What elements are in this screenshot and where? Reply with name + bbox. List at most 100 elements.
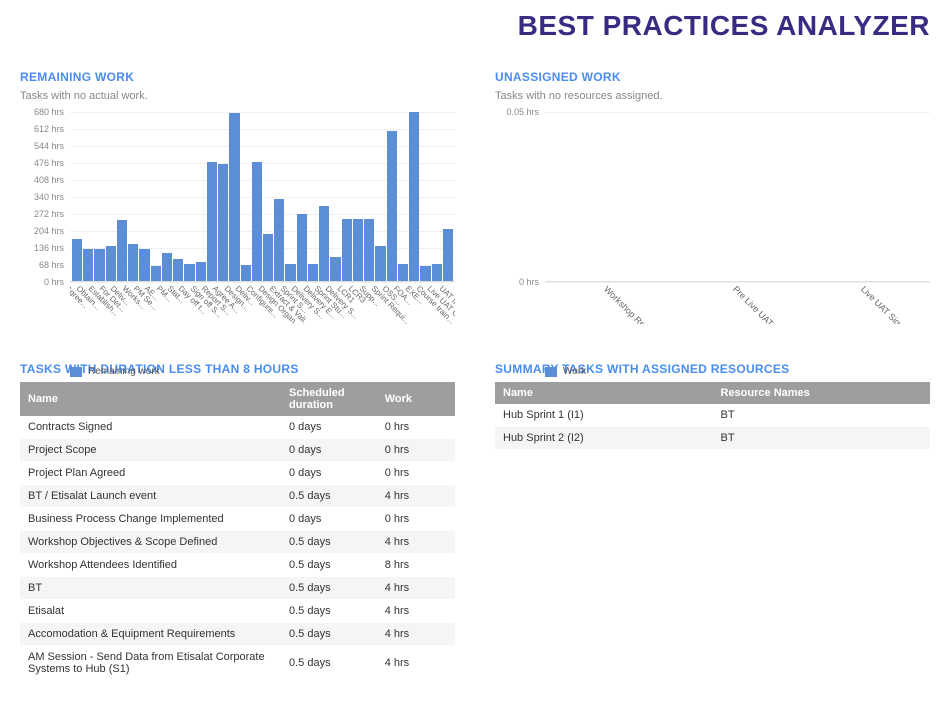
cell-res: BT bbox=[713, 404, 931, 427]
cell-work: 4 hrs bbox=[377, 600, 455, 623]
table-row: Business Process Change Implemented0 day… bbox=[20, 508, 455, 531]
cell-work: 4 hrs bbox=[377, 623, 455, 646]
cell-dur: 0.5 days bbox=[281, 531, 377, 554]
y-tick: 340 hrs bbox=[34, 192, 64, 202]
bar bbox=[218, 164, 228, 281]
cell-work: 4 hrs bbox=[377, 485, 455, 508]
cell-dur: 0 days bbox=[281, 416, 377, 439]
bar bbox=[443, 229, 453, 281]
cell-dur: 0.5 days bbox=[281, 577, 377, 600]
page-title: BEST PRACTICES ANALYZER bbox=[20, 10, 930, 42]
cell-name: Hub Sprint 1 (I1) bbox=[495, 404, 713, 427]
cell-dur: 0 days bbox=[281, 439, 377, 462]
table-row: Project Scope0 days0 hrs bbox=[20, 439, 455, 462]
table-row: Hub Sprint 2 (I2)BT bbox=[495, 427, 930, 450]
y-tick: 272 hrs bbox=[34, 209, 64, 219]
cell-work: 0 hrs bbox=[377, 462, 455, 485]
bar bbox=[196, 262, 206, 281]
bar bbox=[117, 220, 127, 281]
y-tick: 476 hrs bbox=[34, 158, 64, 168]
table-row: BT0.5 days4 hrs bbox=[20, 577, 455, 600]
unassigned-chart: 0 hrs0.05 hrs Workshop Rehe...Pre Live U… bbox=[495, 112, 930, 332]
cell-work: 0 hrs bbox=[377, 416, 455, 439]
x-label: Live UAT Sign O... bbox=[859, 284, 918, 324]
cell-dur: 0 days bbox=[281, 462, 377, 485]
col-name: Name bbox=[495, 382, 713, 404]
col-resources: Resource Names bbox=[713, 382, 931, 404]
cell-name: Contracts Signed bbox=[20, 416, 281, 439]
cell-dur: 0.5 days bbox=[281, 623, 377, 646]
legend-swatch bbox=[545, 367, 557, 377]
cell-name: BT bbox=[20, 577, 281, 600]
short-tasks-table: Name Scheduled duration Work Contracts S… bbox=[20, 382, 455, 681]
cell-name: BT / Etisalat Launch event bbox=[20, 485, 281, 508]
bar bbox=[139, 249, 149, 281]
summary-tasks-panel: SUMMARY TASKS WITH ASSIGNED RESOURCES Na… bbox=[495, 362, 930, 681]
bar bbox=[94, 249, 104, 281]
table-row: Contracts Signed0 days0 hrs bbox=[20, 416, 455, 439]
cell-work: 4 hrs bbox=[377, 646, 455, 681]
bar bbox=[83, 249, 93, 281]
bar bbox=[387, 131, 397, 281]
cell-name: Project Plan Agreed bbox=[20, 462, 281, 485]
bar bbox=[319, 206, 329, 281]
col-work: Work bbox=[377, 382, 455, 416]
bar bbox=[72, 239, 82, 281]
bar bbox=[285, 264, 295, 281]
remaining-work-panel: REMAINING WORK Tasks with no actual work… bbox=[20, 70, 455, 332]
cell-name: Hub Sprint 2 (I2) bbox=[495, 427, 713, 450]
table-row: Accomodation & Equipment Requirements0.5… bbox=[20, 623, 455, 646]
cell-dur: 0.5 days bbox=[281, 485, 377, 508]
remaining-sub: Tasks with no actual work. bbox=[20, 90, 455, 102]
col-name: Name bbox=[20, 382, 281, 416]
unassigned-legend-label: Work bbox=[563, 366, 586, 377]
bar bbox=[162, 253, 172, 281]
cell-name: Business Process Change Implemented bbox=[20, 508, 281, 531]
legend-swatch bbox=[70, 367, 82, 377]
y-tick: 136 hrs bbox=[34, 243, 64, 253]
bar bbox=[308, 264, 318, 281]
remaining-chart: 0 hrs68 hrs136 hrs204 hrs272 hrs340 hrs4… bbox=[20, 112, 455, 332]
remaining-legend-label: Remaining work bbox=[88, 366, 160, 377]
cell-res: BT bbox=[713, 427, 931, 450]
bar bbox=[274, 199, 284, 281]
remaining-legend: Remaining work bbox=[70, 366, 455, 377]
cell-name: Workshop Attendees Identified bbox=[20, 554, 281, 577]
bar bbox=[432, 264, 442, 281]
y-tick: 544 hrs bbox=[34, 141, 64, 151]
table-row: Hub Sprint 1 (I1)BT bbox=[495, 404, 930, 427]
table-row: BT / Etisalat Launch event0.5 days4 hrs bbox=[20, 485, 455, 508]
bar bbox=[297, 214, 307, 281]
cell-name: Workshop Objectives & Scope Defined bbox=[20, 531, 281, 554]
cell-name: Etisalat bbox=[20, 600, 281, 623]
remaining-title: REMAINING WORK bbox=[20, 70, 455, 84]
y-tick: 204 hrs bbox=[34, 226, 64, 236]
bar bbox=[420, 266, 430, 281]
cell-work: 4 hrs bbox=[377, 531, 455, 554]
bar bbox=[252, 162, 262, 281]
bar bbox=[173, 259, 183, 281]
x-label: Workshop Rehe... bbox=[602, 284, 660, 324]
col-duration: Scheduled duration bbox=[281, 382, 377, 416]
cell-work: 0 hrs bbox=[377, 508, 455, 531]
bar bbox=[330, 257, 340, 281]
cell-dur: 0 days bbox=[281, 508, 377, 531]
summary-tasks-table: Name Resource Names Hub Sprint 1 (I1)BTH… bbox=[495, 382, 930, 450]
cell-dur: 0.5 days bbox=[281, 646, 377, 681]
table-row: AM Session - Send Data from Etisalat Cor… bbox=[20, 646, 455, 681]
cell-name: AM Session - Send Data from Etisalat Cor… bbox=[20, 646, 281, 681]
bar bbox=[106, 246, 116, 281]
y-tick: 612 hrs bbox=[34, 124, 64, 134]
y-tick: 0 hrs bbox=[44, 277, 64, 287]
cell-dur: 0.5 days bbox=[281, 554, 377, 577]
short-tasks-panel: TASKS WITH DURATION LESS THAN 8 HOURS Na… bbox=[20, 362, 455, 681]
bar bbox=[151, 266, 161, 281]
unassigned-title: UNASSIGNED WORK bbox=[495, 70, 930, 84]
bar bbox=[229, 113, 239, 281]
table-row: Etisalat0.5 days4 hrs bbox=[20, 600, 455, 623]
bar bbox=[207, 162, 217, 281]
x-label: Pre Live UAT Pr... bbox=[730, 284, 787, 324]
bar bbox=[353, 219, 363, 281]
unassigned-legend: Work bbox=[545, 366, 930, 377]
unassigned-work-panel: UNASSIGNED WORK Tasks with no resources … bbox=[495, 70, 930, 332]
